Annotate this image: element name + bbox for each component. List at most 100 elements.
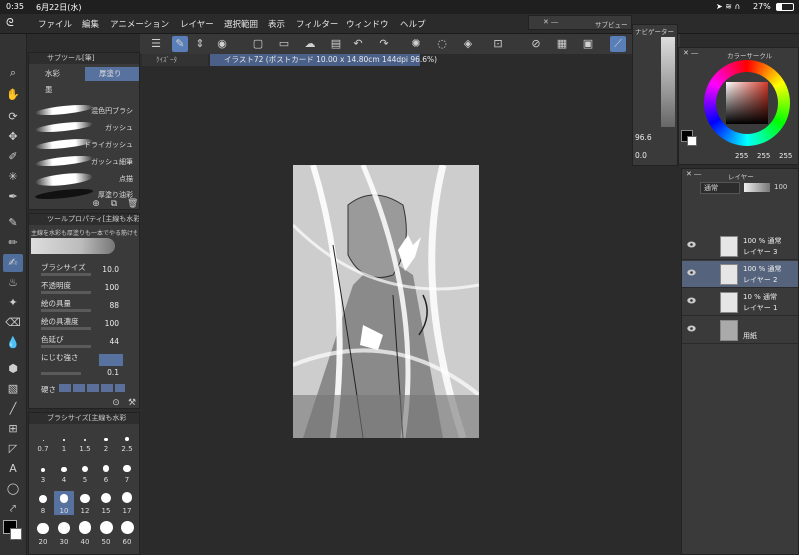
brush-size-option[interactable]: 8 xyxy=(33,491,53,515)
new-file-icon[interactable]: ▢ xyxy=(250,36,266,52)
menu-filter[interactable]: フィルター xyxy=(296,18,338,30)
fill-bucket-icon[interactable]: ⬢ xyxy=(3,360,23,378)
brush-size-option[interactable]: 40 xyxy=(75,521,95,546)
navigator-zoom[interactable]: 96.6 xyxy=(635,133,652,142)
loading-icon[interactable]: ✺ xyxy=(408,36,424,52)
quick-access-icon[interactable]: ◉ xyxy=(214,36,230,52)
brush-size-option[interactable]: 1.5 xyxy=(75,429,95,453)
pen-icon[interactable]: ✎ xyxy=(3,214,23,232)
brush-icon[interactable]: ✍ xyxy=(3,254,23,272)
ruler-icon[interactable]: ◸ xyxy=(3,440,23,458)
decoration-icon[interactable]: ✦ xyxy=(3,294,23,312)
brush-size-option[interactable]: 17 xyxy=(117,491,137,515)
menu-layer[interactable]: レイヤー xyxy=(180,18,214,30)
rotate-icon[interactable]: ⟳ xyxy=(3,108,23,126)
wrench-icon[interactable]: ⚒ xyxy=(127,398,137,408)
saturation-value-square[interactable] xyxy=(726,82,768,124)
tab-ink[interactable]: 墨 xyxy=(31,83,83,97)
fill-icon[interactable]: ◈ xyxy=(460,36,476,52)
eye-icon[interactable] xyxy=(687,269,696,276)
pencil-icon[interactable]: ✏ xyxy=(3,234,23,252)
brush-item[interactable]: 混色円ブラシ xyxy=(31,102,137,118)
menu-selection[interactable]: 選択範囲 xyxy=(224,18,258,30)
redo-icon[interactable]: ↷ xyxy=(376,36,392,52)
brush-size-option[interactable]: 5 xyxy=(75,460,95,484)
magic-wand-icon[interactable]: ✳ xyxy=(3,168,23,186)
brush-size-option[interactable]: 12 xyxy=(75,491,95,515)
menu-edit[interactable]: 編集 xyxy=(82,18,99,30)
brush-size-option[interactable]: 30 xyxy=(54,521,74,546)
brush-size-option[interactable]: 60 xyxy=(117,521,137,546)
property-paint-density[interactable]: 絵の具濃度 100 xyxy=(39,316,135,334)
brush-size-option[interactable]: 6 xyxy=(96,460,116,484)
menu-file[interactable]: ファイル xyxy=(38,18,72,30)
undo-icon[interactable]: ↶ xyxy=(350,36,366,52)
eraser-icon[interactable]: ⌫ xyxy=(3,314,23,332)
brush-size-option[interactable]: 3 xyxy=(33,460,53,484)
brush-item[interactable]: ガッシュ細筆 xyxy=(31,153,137,169)
open-folder-icon[interactable]: ▭ xyxy=(276,36,292,52)
cloud-icon[interactable]: ☁ xyxy=(302,36,318,52)
brush-item[interactable]: ガッシュ xyxy=(31,119,137,135)
move-icon[interactable]: ✥ xyxy=(3,128,23,146)
brush-size-option[interactable]: 0.7 xyxy=(33,429,53,453)
brush-item[interactable]: ドライガッシュ xyxy=(31,136,137,152)
menu-help[interactable]: ヘルプ xyxy=(400,18,426,30)
add-subtool-icon[interactable]: ⊕ xyxy=(91,199,101,209)
menu-view[interactable]: 表示 xyxy=(268,18,285,30)
select-layer-icon[interactable]: ✐ xyxy=(3,148,23,166)
brush-size-option[interactable]: 20 xyxy=(33,522,53,546)
copy-subtool-icon[interactable]: ⧉ xyxy=(109,199,119,209)
navigator-preview[interactable] xyxy=(661,37,675,127)
navigator-angle[interactable]: 0.0 xyxy=(635,151,647,160)
artwork-canvas[interactable] xyxy=(293,165,479,438)
close-icon[interactable]: ✕ ― xyxy=(686,170,701,178)
airbrush-icon[interactable]: ♨ xyxy=(3,274,23,292)
blend-mode-select[interactable]: 通常 xyxy=(700,182,740,194)
gradient-icon[interactable]: ▧ xyxy=(3,380,23,398)
brush-size-option[interactable]: 2 xyxy=(96,429,116,453)
brush-size-option[interactable]: 15 xyxy=(96,491,116,515)
snap-ruler-icon[interactable]: ▣ xyxy=(580,36,596,52)
tab-thick-paint[interactable]: 厚塗り xyxy=(85,67,139,81)
correction-icon[interactable]: ⤤ xyxy=(3,500,23,518)
close-icon[interactable]: ✕ ― xyxy=(683,49,698,57)
blur-mode-toggle[interactable] xyxy=(99,354,123,366)
text-icon[interactable]: A xyxy=(3,460,23,478)
menu-animation[interactable]: アニメーション xyxy=(110,18,169,30)
tab-active-canvas[interactable]: イラスト72 (ポストカード 10.00 x 14.80cm 144dpi 96… xyxy=(210,54,437,66)
brush-item[interactable]: 厚塗り油彩 xyxy=(31,186,137,202)
menu-window[interactable]: ウィンドウ xyxy=(346,18,389,30)
brush-size-option[interactable]: 1 xyxy=(54,429,74,453)
layer-row[interactable]: 100 % 通常 レイヤー 3 xyxy=(682,233,798,260)
brush-size-option[interactable]: 4 xyxy=(54,460,74,484)
close-icon[interactable]: ✕ ― xyxy=(543,18,558,26)
layer-row[interactable]: 用紙 xyxy=(682,317,798,344)
layer-row[interactable]: 10 % 通常 レイヤー 1 xyxy=(682,289,798,316)
property-slider[interactable] xyxy=(41,345,91,348)
tab-watercolor[interactable]: 水彩 xyxy=(31,67,83,81)
brush-size-option[interactable]: 10 xyxy=(54,491,74,515)
hamburger-menu-icon[interactable]: ☰ xyxy=(148,36,164,52)
property-slider[interactable] xyxy=(41,327,91,330)
hardness-selector[interactable] xyxy=(59,384,125,392)
figure-icon[interactable]: ╱ xyxy=(3,400,23,418)
save-icon[interactable]: ▤ xyxy=(328,36,344,52)
brush-size-option[interactable]: 50 xyxy=(96,521,116,546)
eye-icon[interactable] xyxy=(687,241,696,248)
hue-wheel[interactable] xyxy=(704,60,790,146)
pen-mode-icon[interactable]: ✎ xyxy=(172,36,188,52)
property-slider[interactable] xyxy=(41,309,91,312)
tab-other-canvas[interactable]: ｸｲｽﾞｰﾀ xyxy=(142,54,208,66)
hand-icon[interactable]: ✋ xyxy=(3,86,23,104)
property-slider[interactable] xyxy=(41,291,91,294)
layer-row[interactable]: 100 % 通常 レイヤー 2 xyxy=(682,261,798,288)
app-logo-icon[interactable]: ᘓ xyxy=(6,16,14,30)
eye-icon[interactable] xyxy=(687,325,696,332)
snap-grid-icon[interactable]: ▦ xyxy=(554,36,570,52)
eye-icon[interactable] xyxy=(687,297,696,304)
blend-icon[interactable]: 💧 xyxy=(3,334,23,352)
sub-color-swatch[interactable] xyxy=(687,136,697,146)
crop-icon[interactable]: ⊡ xyxy=(490,36,506,52)
reset-icon[interactable]: ⊙ xyxy=(111,398,121,408)
